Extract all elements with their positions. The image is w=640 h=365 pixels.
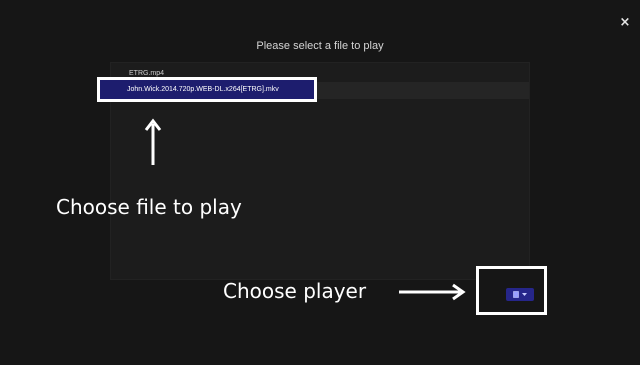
selected-file-highlight[interactable]: John.Wick.2014.720p.WEB-DL.x264[ETRG].mk… bbox=[97, 77, 317, 102]
choose-file-caption: Choose file to play bbox=[56, 195, 242, 219]
file-select-screen: × Please select a file to play ETRG.mp4 … bbox=[0, 0, 640, 365]
selected-file-name: John.Wick.2014.720p.WEB-DL.x264[ETRG].mk… bbox=[127, 86, 279, 93]
caret-down-icon bbox=[522, 293, 527, 296]
device-icon bbox=[513, 291, 519, 298]
arrow-up-icon bbox=[144, 118, 162, 165]
player-select-button[interactable] bbox=[506, 288, 534, 301]
arrow-right-icon bbox=[399, 283, 466, 301]
dialog-title: Please select a file to play bbox=[256, 40, 384, 52]
choose-player-caption: Choose player bbox=[223, 279, 367, 303]
player-select-highlight bbox=[476, 266, 547, 315]
close-icon[interactable]: × bbox=[618, 16, 632, 30]
